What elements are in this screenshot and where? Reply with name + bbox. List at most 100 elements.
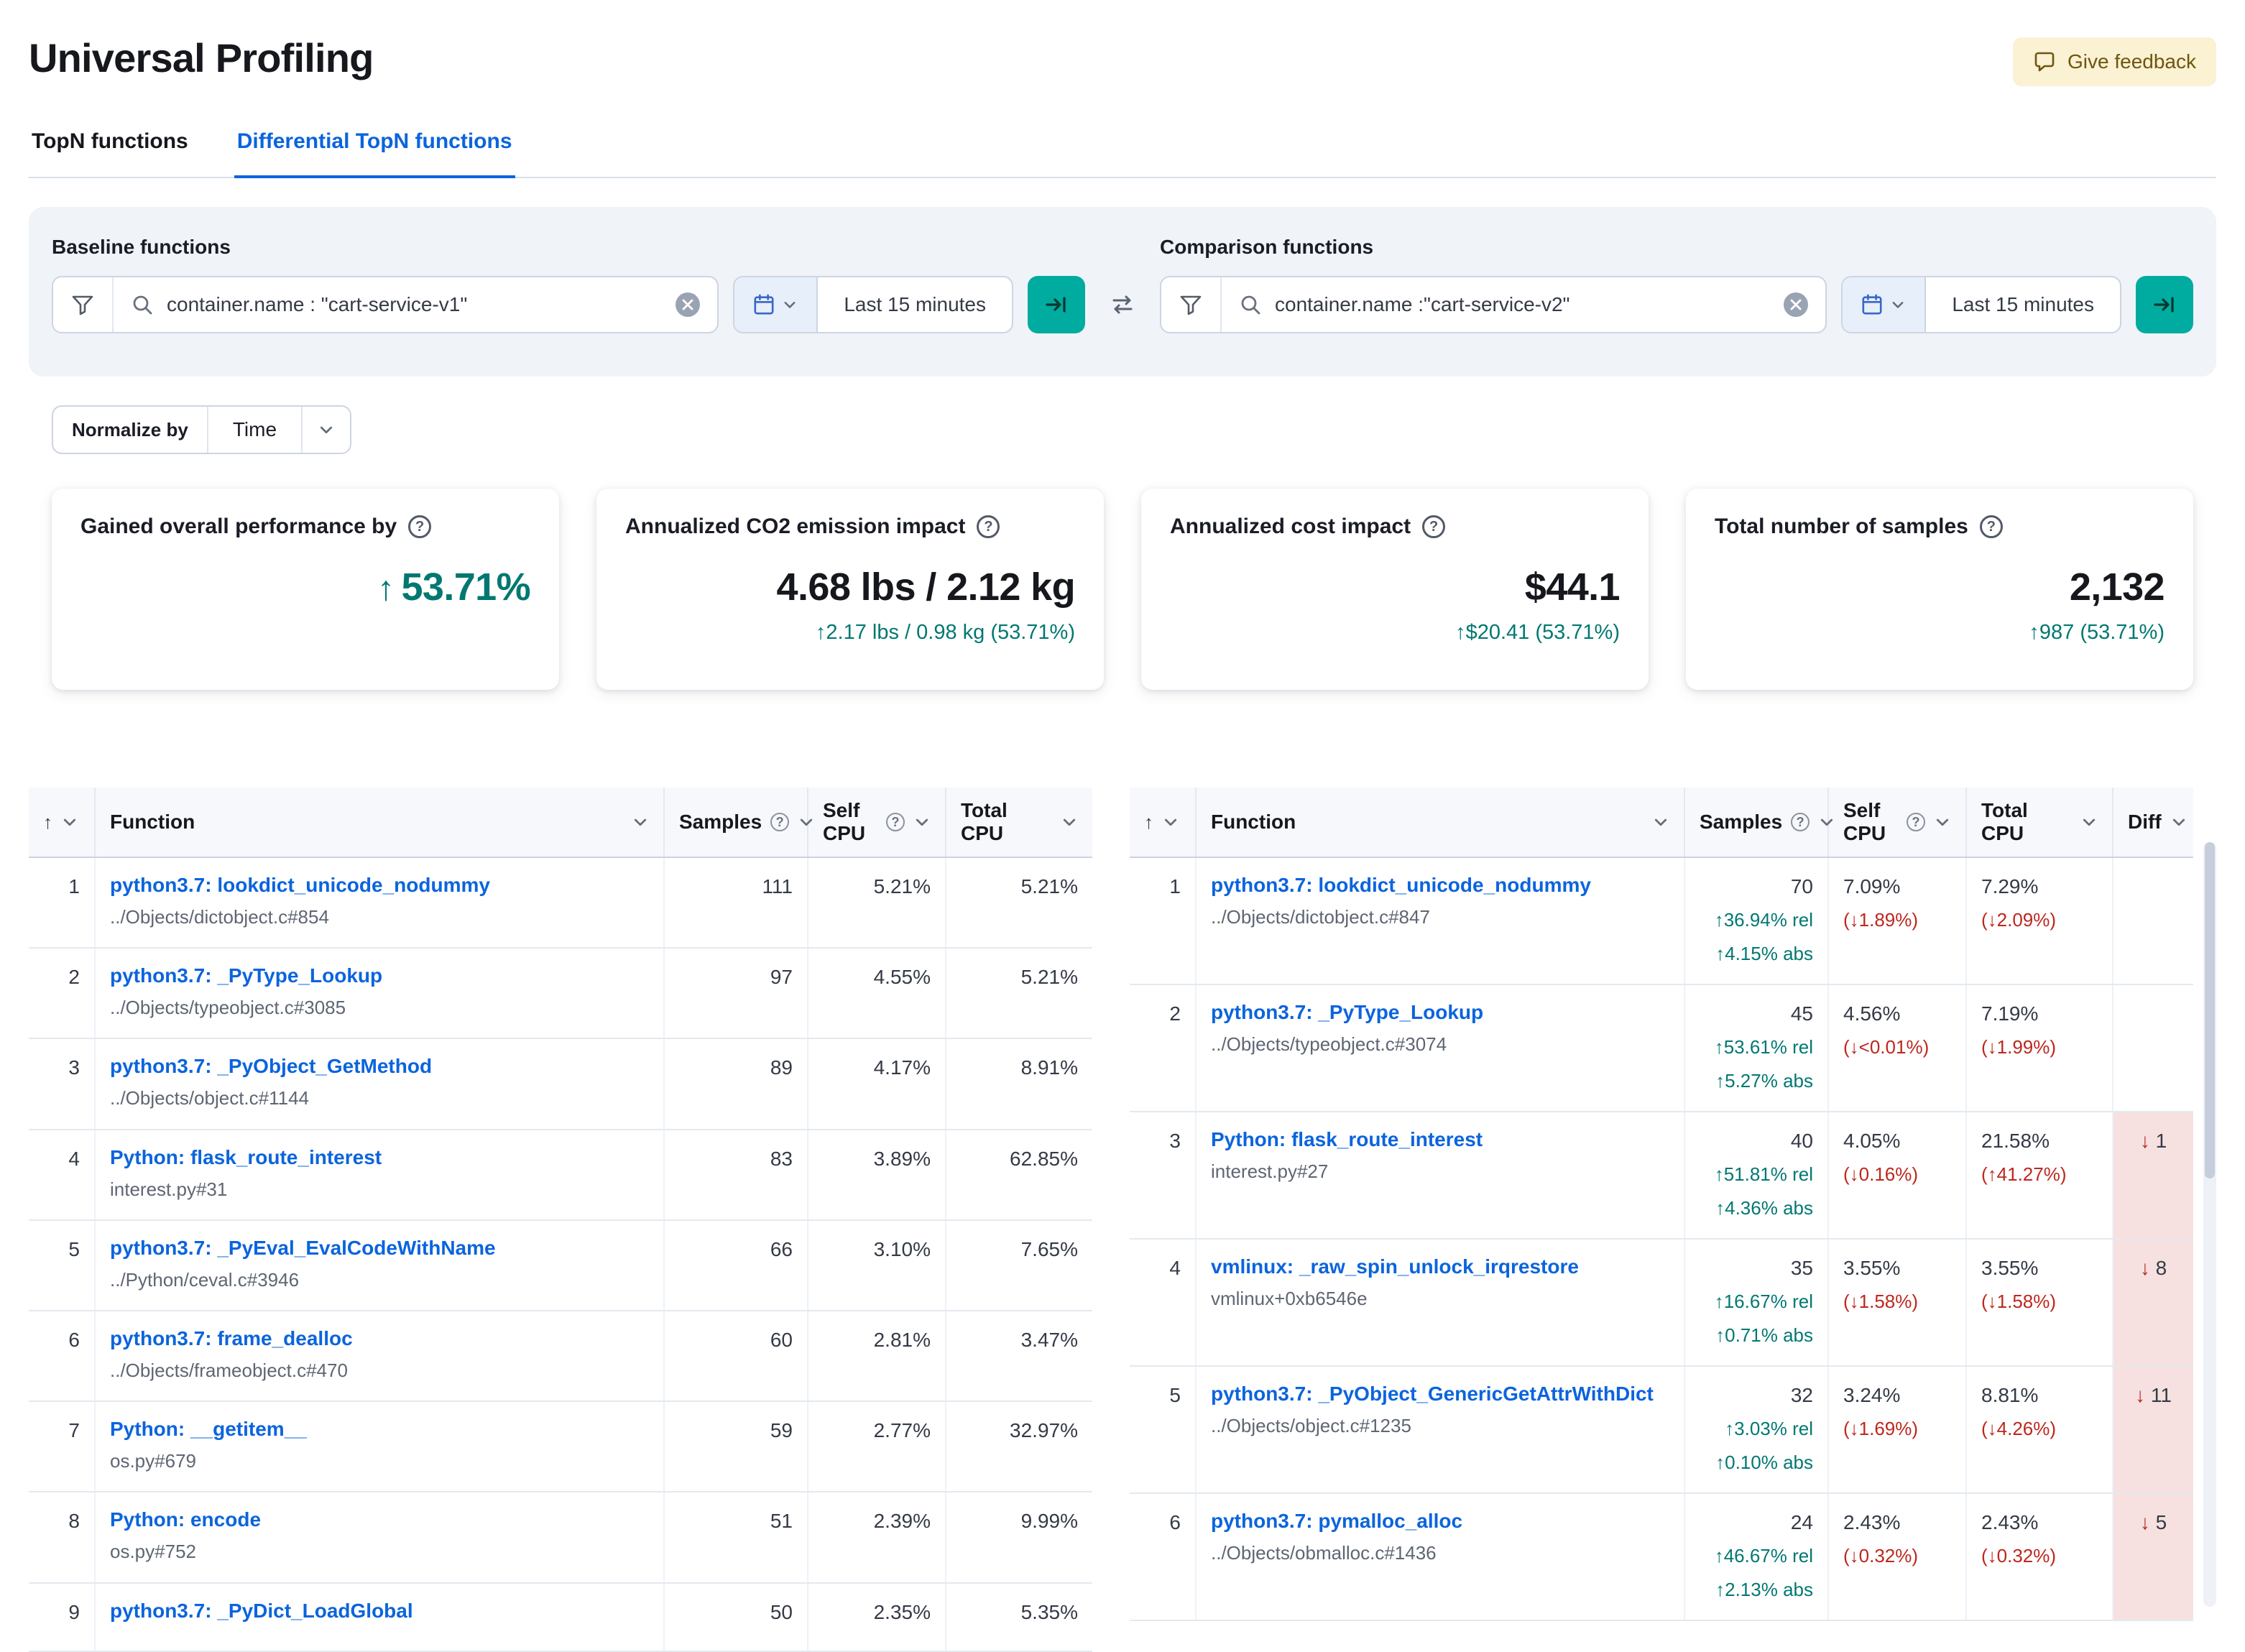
normalize-by-value[interactable]: Time [208, 407, 301, 453]
tables-section: ↑ Function Samples ? Self CPU ? Total CP… [29, 788, 2216, 1652]
function-link[interactable]: python3.7: _PyDict_LoadGlobal [110, 1598, 649, 1623]
function-link[interactable]: Python: flask_route_interest [1211, 1127, 1669, 1152]
self-cpu-diff: (↓1.69%) [1843, 1418, 1919, 1439]
total-cpu-column-header[interactable]: Total CPU [1966, 788, 2113, 858]
total-cpu-cell: 62.85% [946, 1129, 1092, 1221]
self-cpu-column-header[interactable]: Self CPU ? [1828, 788, 1967, 858]
column-menu-icon[interactable] [632, 813, 649, 831]
tab-differential-topn-functions[interactable]: Differential TopN functions [234, 118, 515, 178]
comparison-time-range[interactable]: Last 15 minutes [1926, 277, 2120, 332]
samples-abs-change: ↑4.36% abs [1715, 1196, 1813, 1219]
card-value: 4.68 lbs / 2.12 kg [776, 566, 1076, 609]
comparison-table-row: 4 vmlinux: _raw_spin_unlock_irqrestore v… [1130, 1239, 2193, 1367]
samples-cell: 89 [664, 1038, 808, 1130]
sort-ascending-icon[interactable]: ↑ [1144, 811, 1153, 834]
self-cpu-cell: 4.05% (↓0.16%) [1828, 1112, 1967, 1240]
column-menu-icon[interactable] [2170, 813, 2188, 831]
baseline-date-quick-select-button[interactable] [734, 277, 819, 332]
function-link[interactable]: python3.7: _PyObject_GenericGetAttrWithD… [1211, 1381, 1669, 1406]
question-icon[interactable]: ? [408, 515, 432, 538]
comparison-table-scrollbar[interactable] [2203, 842, 2216, 1607]
function-location: ../Objects/typeobject.c#3085 [110, 997, 346, 1019]
rank-cell: 4 [29, 1129, 96, 1221]
question-icon[interactable]: ? [977, 515, 1000, 538]
column-menu-icon[interactable] [1934, 813, 1951, 831]
column-menu-icon[interactable] [1652, 813, 1669, 831]
diff-column-header[interactable]: Diff [2113, 788, 2193, 858]
scrollbar-thumb[interactable] [2205, 842, 2215, 1179]
samples-column-header[interactable]: Samples ? [664, 788, 813, 858]
give-feedback-button[interactable]: Give feedback [2013, 37, 2216, 86]
function-link[interactable]: python3.7: pymalloc_alloc [1211, 1508, 1669, 1533]
self-cpu-cell: 3.89% [808, 1129, 946, 1221]
rank-diff-cell [2113, 857, 2193, 985]
card-value: ↑ 53.71% [377, 566, 531, 609]
self-cpu-diff: (↓1.89%) [1843, 909, 1919, 931]
column-menu-icon[interactable] [2080, 813, 2098, 831]
samples-value: 45 [1790, 1002, 1813, 1025]
function-link[interactable]: python3.7: _PyEval_EvalCodeWithName [110, 1235, 649, 1260]
card-value: $44.1 [1524, 566, 1621, 609]
function-link[interactable]: python3.7: _PyType_Lookup [110, 963, 649, 988]
total-cpu-value: 3.55% [1981, 1257, 2039, 1279]
question-icon[interactable]: ? [1422, 515, 1446, 538]
comparison-filter-button[interactable] [1161, 277, 1222, 332]
function-cell: python3.7: _PyDict_LoadGlobal [95, 1582, 665, 1652]
baseline-table-header-row: ↑ Function Samples ? Self CPU ? Total CP… [29, 788, 1092, 858]
comparison-apply-button[interactable] [2136, 276, 2193, 333]
samples-rel-change: ↑53.61% rel [1714, 1036, 1813, 1058]
function-column-header[interactable]: Function [1196, 788, 1685, 858]
self-cpu-column-header[interactable]: Self CPU ? [808, 788, 946, 858]
total-cpu-cell: 7.65% [946, 1219, 1092, 1311]
self-cpu-cell: 5.21% [808, 857, 946, 949]
comparison-date-quick-select-button[interactable] [1843, 277, 1927, 332]
samples-abs-change: ↑2.13% abs [1715, 1578, 1813, 1600]
function-link[interactable]: Python: flask_route_interest [110, 1145, 649, 1170]
function-link[interactable]: python3.7: lookdict_unicode_nodummy [1211, 872, 1669, 897]
comparison-table-row: 3 Python: flask_route_interest interest.… [1130, 1112, 2193, 1240]
column-menu-icon[interactable] [798, 813, 815, 831]
baseline-filter-button[interactable] [53, 277, 114, 332]
baseline-query-input[interactable]: container.name : "cart-service-v1" [114, 277, 717, 332]
function-column-header[interactable]: Function [95, 788, 665, 858]
question-icon[interactable]: ? [1979, 515, 2003, 538]
samples-cell: 111 [664, 857, 808, 949]
function-link[interactable]: vmlinux: _raw_spin_unlock_irqrestore [1211, 1254, 1669, 1279]
filter-icon [1179, 293, 1202, 316]
column-menu-icon[interactable] [1162, 813, 1179, 831]
normalize-by-dropdown-button[interactable] [301, 407, 351, 453]
function-link[interactable]: Python: encode [110, 1507, 649, 1532]
total-cpu-diff: (↑41.27%) [1981, 1163, 2067, 1185]
filter-icon [71, 293, 94, 316]
calendar-icon [1861, 294, 1883, 315]
swap-queries-button[interactable] [1100, 276, 1145, 333]
samples-column-header[interactable]: Samples ? [1684, 788, 1833, 858]
function-link[interactable]: Python: __getitem__ [110, 1416, 649, 1441]
comparison-query-input[interactable]: container.name :"cart-service-v2" [1222, 277, 1825, 332]
rank-cell: 9 [29, 1582, 96, 1652]
function-link[interactable]: python3.7: _PyObject_GetMethod [110, 1053, 649, 1079]
total-cpu-cell: 9.99% [946, 1492, 1092, 1584]
baseline-table-row: 4 Python: flask_route_interest interest.… [29, 1129, 1092, 1221]
total-cpu-diff: (↓0.32%) [1981, 1545, 2057, 1566]
column-menu-icon[interactable] [61, 813, 78, 831]
tab-topn-functions[interactable]: TopN functions [29, 118, 191, 178]
column-menu-icon[interactable] [913, 813, 931, 831]
total-cpu-cell: 32.97% [946, 1401, 1092, 1493]
search-icon [1239, 293, 1262, 316]
function-link[interactable]: python3.7: _PyType_Lookup [1211, 1000, 1669, 1025]
function-link[interactable]: python3.7: lookdict_unicode_nodummy [110, 872, 649, 897]
baseline-clear-query-button[interactable] [676, 292, 701, 317]
function-link[interactable]: python3.7: frame_dealloc [110, 1326, 649, 1351]
baseline-time-range[interactable]: Last 15 minutes [818, 277, 1012, 332]
total-cpu-column-header[interactable]: Total CPU [946, 788, 1092, 858]
function-cell: python3.7: pymalloc_alloc ../Objects/obm… [1196, 1493, 1685, 1621]
sort-ascending-icon[interactable]: ↑ [43, 811, 52, 834]
self-cpu-cell: 2.77% [808, 1401, 946, 1493]
column-menu-icon[interactable] [1818, 813, 1835, 831]
baseline-apply-button[interactable] [1028, 276, 1085, 333]
function-cell: python3.7: _PyType_Lookup ../Objects/typ… [1196, 984, 1685, 1112]
comparison-clear-query-button[interactable] [1784, 292, 1809, 317]
column-menu-icon[interactable] [1061, 813, 1078, 831]
self-cpu-value: 4.56% [1843, 1002, 1901, 1025]
